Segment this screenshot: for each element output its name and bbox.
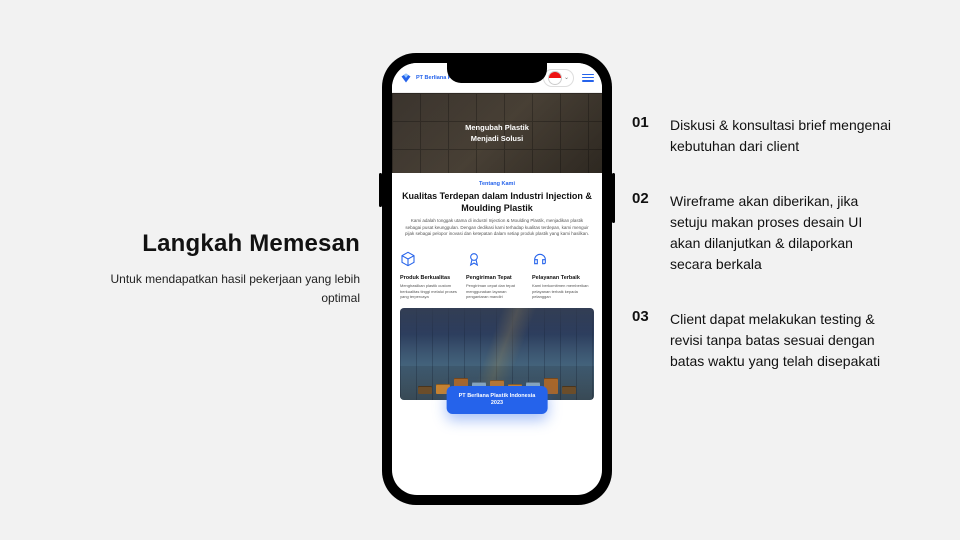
award-icon <box>466 251 482 267</box>
step-3: 03 Client dapat melakukan testing & revi… <box>632 309 892 372</box>
hero-section: Mengubah Plastik Menjadi Solusi <box>392 93 602 173</box>
chevron-down-icon: ⌄ <box>564 74 569 81</box>
language-selector[interactable]: ⌄ <box>543 69 574 87</box>
about-body: Kami adalah tonggak utama di industri In… <box>402 218 592 237</box>
feature-text: Menghasilkan plastik custom berkualitas … <box>400 283 462 300</box>
step-number: 01 <box>632 115 656 157</box>
box-icon <box>400 251 416 267</box>
hero-line-1: Mengubah Plastik <box>465 122 529 133</box>
flag-id-icon <box>548 71 562 85</box>
step-1: 01 Diskusi & konsultasi brief mengenai k… <box>632 115 892 157</box>
cta-line-1: PT Berliana Plastik Indonesia <box>459 393 536 400</box>
left-panel: Langkah Memesan Untuk mendapatkan hasil … <box>100 230 360 308</box>
step-text: Client dapat melakukan testing & revisi … <box>670 309 892 372</box>
feature-quality: Produk Berkualitas Menghasilkan plastik … <box>400 251 462 300</box>
step-text: Wireframe akan diberikan, jika setuju ma… <box>670 191 892 275</box>
features-row: Produk Berkualitas Menghasilkan plastik … <box>392 245 602 302</box>
cta-button[interactable]: PT Berliana Plastik Indonesia 2023 <box>447 386 548 414</box>
step-text: Diskusi & konsultasi brief mengenai kebu… <box>670 115 892 157</box>
feature-title: Produk Berkualitas <box>400 275 462 281</box>
feature-service: Pelayanan Terbaik Kami berkomitmen membe… <box>532 251 594 300</box>
brand-logo-icon <box>400 72 412 84</box>
headset-icon <box>532 251 548 267</box>
feature-title: Pengiriman Tepat <box>466 275 528 281</box>
cta-line-2: 2023 <box>459 400 536 407</box>
feature-title: Pelayanan Terbaik <box>532 275 594 281</box>
hero-headline: Mengubah Plastik Menjadi Solusi <box>465 122 529 145</box>
slide: Langkah Memesan Untuk mendapatkan hasil … <box>0 0 960 540</box>
feature-text: Kami berkomitmen memberikan pelayanan te… <box>532 283 594 300</box>
hero-line-2: Menjadi Solusi <box>465 133 529 144</box>
about-heading: Kualitas Terdepan dalam Industri Injecti… <box>402 191 592 214</box>
page-subtitle: Untuk mendapatkan hasil pekerjaan yang l… <box>100 270 360 308</box>
about-section: Tentang Kami Kualitas Terdepan dalam Ind… <box>392 173 602 245</box>
about-eyebrow: Tentang Kami <box>402 181 592 187</box>
phone-screen: PT Berliana Plastik Indonesia ⌄ Mengubah… <box>392 63 602 495</box>
phone-mockup: PT Berliana Plastik Indonesia ⌄ Mengubah… <box>382 53 612 505</box>
feature-delivery: Pengiriman Tepat Pengiriman cepat dan te… <box>466 251 528 300</box>
step-2: 02 Wireframe akan diberikan, jika setuju… <box>632 191 892 275</box>
step-number: 03 <box>632 309 656 372</box>
steps-list: 01 Diskusi & konsultasi brief mengenai k… <box>632 115 892 372</box>
hamburger-menu-icon[interactable] <box>582 74 594 82</box>
page-title: Langkah Memesan <box>100 230 360 258</box>
feature-text: Pengiriman cepat dan tepat menggunakan l… <box>466 283 528 300</box>
step-number: 02 <box>632 191 656 275</box>
phone-notch <box>447 63 547 83</box>
